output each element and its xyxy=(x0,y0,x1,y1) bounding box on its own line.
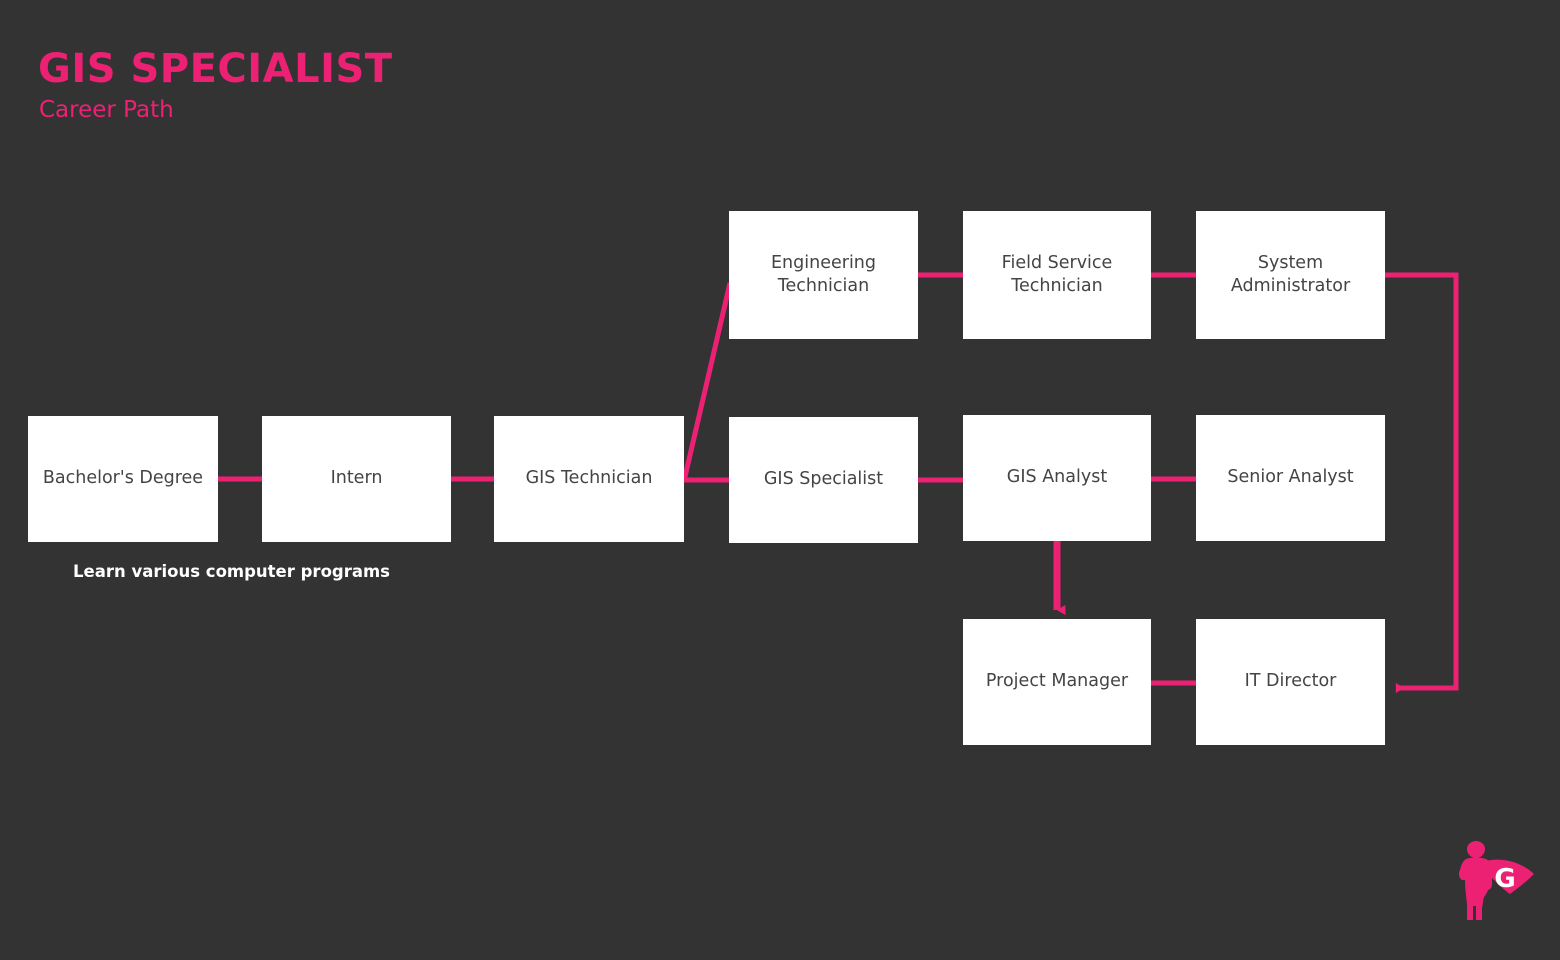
connector-gis-technician-to-engineering-technician xyxy=(681,282,733,482)
diagram-canvas: GIS SPECIALIST Career Path Bachelor's De… xyxy=(0,0,1560,960)
superhero-g-logo: G xyxy=(1448,840,1540,928)
node-label: Project Manager xyxy=(985,671,1129,692)
node-it-director[interactable]: IT Director xyxy=(1196,619,1385,745)
node-bachelors-degree[interactable]: Bachelor's Degree xyxy=(28,416,218,542)
node-field-service-technician[interactable]: Field Service Technician xyxy=(963,211,1151,339)
node-intern[interactable]: Intern xyxy=(262,416,451,542)
node-engineering-technician[interactable]: Engineering Technician xyxy=(729,211,918,339)
connector-system-admin-to-it-director xyxy=(1385,272,1459,693)
node-label: System Administrator xyxy=(1230,252,1351,296)
node-label: IT Director xyxy=(1244,671,1337,692)
node-project-manager[interactable]: Project Manager xyxy=(963,619,1151,745)
node-label: GIS Analyst xyxy=(1006,467,1108,488)
node-system-administrator[interactable]: System Administrator xyxy=(1196,211,1385,339)
page-header: GIS SPECIALIST Career Path xyxy=(38,48,638,123)
logo-letter: G xyxy=(1494,864,1515,894)
node-senior-analyst[interactable]: Senior Analyst xyxy=(1196,415,1385,541)
node-label: GIS Specialist xyxy=(763,469,884,490)
node-gis-analyst[interactable]: GIS Analyst xyxy=(963,415,1151,541)
node-gis-technician[interactable]: GIS Technician xyxy=(494,416,684,542)
node-label: Intern xyxy=(330,468,383,489)
superhero-g-logo-icon: G xyxy=(1458,841,1534,920)
page-title: GIS SPECIALIST xyxy=(38,46,393,92)
node-label: Bachelor's Degree xyxy=(42,468,204,489)
node-label: GIS Technician xyxy=(525,468,653,489)
node-gis-specialist[interactable]: GIS Specialist xyxy=(729,417,918,543)
page-subtitle: Career Path xyxy=(39,97,174,123)
node-label: Senior Analyst xyxy=(1227,467,1354,488)
annotation-learn-programs: Learn various computer programs xyxy=(73,562,391,581)
node-label: Engineering Technician xyxy=(771,252,876,296)
node-label: Field Service Technician xyxy=(1001,252,1113,296)
